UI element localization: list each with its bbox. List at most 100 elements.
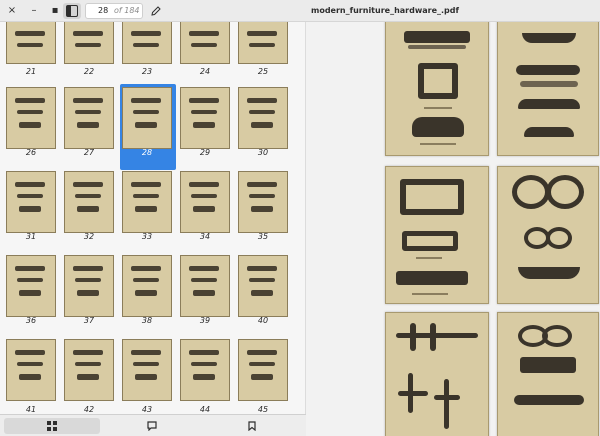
minimize-window-button[interactable]: –: [27, 4, 41, 18]
close-window-button[interactable]: ×: [5, 4, 19, 18]
thumbnail-drawing: [75, 43, 101, 47]
thumbnail-drawing: [247, 182, 277, 187]
thumbnail-page-number: 36: [25, 316, 37, 325]
thumbnail-drawing: [193, 122, 215, 128]
thumbnail-drawing: [191, 194, 217, 198]
pdf-page: [385, 22, 489, 156]
thumbnail-drawing: [191, 110, 217, 114]
thumbnail-image: [238, 22, 288, 64]
thumbnail-drawing: [131, 350, 161, 355]
pencil-icon: [151, 6, 161, 16]
thumbnail-image: [64, 339, 114, 401]
tab-annotations[interactable]: [104, 418, 200, 434]
thumbnail-image: [180, 339, 230, 401]
thumbnail-drawing: [75, 194, 101, 198]
tab-bookmarks[interactable]: [204, 418, 300, 434]
thumbnail-drawing: [73, 182, 103, 187]
sidebar-toggle-button[interactable]: [63, 3, 81, 19]
thumbnail-drawing: [73, 350, 103, 355]
thumbnail-drawing: [77, 122, 99, 128]
thumbnail-drawing: [251, 374, 273, 380]
thumbnail-page-number: 24: [199, 67, 211, 76]
thumbnail-drawing: [247, 266, 277, 271]
thumbnail-drawing: [191, 362, 217, 366]
document-title: modern_furniture_hardware_.pdf: [311, 6, 459, 15]
thumbnail-drawing: [73, 98, 103, 103]
annotate-button[interactable]: [148, 3, 164, 19]
thumbnail-page-number: 26: [25, 148, 37, 157]
thumbnail-drawing: [17, 110, 43, 114]
handle-drawing: [408, 45, 466, 49]
document-view[interactable]: [306, 22, 600, 436]
handle-drawing: [408, 373, 413, 413]
thumbnail-page-number: 42: [83, 405, 95, 414]
thumbnail-drawing: [135, 122, 157, 128]
handle-drawing: [396, 333, 478, 338]
thumbnail-drawing: [135, 374, 157, 380]
thumbnail-drawing: [131, 98, 161, 103]
handle-drawing: [524, 127, 574, 137]
thumbnail-image: [122, 339, 172, 401]
thumbnail-image: [238, 87, 288, 149]
thumbnail-drawing: [133, 278, 159, 282]
thumbnail-drawing: [251, 122, 273, 128]
handle-drawing: [404, 31, 470, 43]
thumbnail-page-number: 37: [83, 316, 95, 325]
sidebar-tab-bar: [0, 414, 306, 436]
thumbnail-drawing: [249, 278, 275, 282]
thumbnail-sidebar: 21 22 23 24 25 26 27 28 29 30 31 32 33 34 35 36 37 38 39 40…: [0, 22, 306, 436]
thumbnail-image: [64, 87, 114, 149]
pdf-page: [497, 22, 599, 156]
plate-drawing: [400, 179, 464, 215]
thumbnail-image: [6, 87, 56, 149]
thumbnail-page-number: 44: [199, 405, 211, 414]
thumbnail-page-number: 21: [25, 67, 37, 76]
current-page-input[interactable]: 28: [98, 4, 108, 18]
thumbnail-drawing: [19, 290, 41, 296]
thumbnail-drawing: [189, 350, 219, 355]
thumbnail-image: [238, 255, 288, 317]
thumbnail-drawing: [191, 43, 217, 47]
comment-icon: [147, 421, 157, 431]
thumbnail-image: [122, 255, 172, 317]
thumbnail-drawing: [77, 374, 99, 380]
thumbnail-drawing: [73, 266, 103, 271]
thumbnail-page-number: 30: [257, 148, 269, 157]
thumbnail-drawing: [77, 290, 99, 296]
thumbnail-drawing: [247, 31, 277, 36]
page-number-field[interactable]: 28 of 184: [85, 3, 143, 19]
thumbnail-page-number: 38: [141, 316, 153, 325]
figure-caption: [412, 293, 448, 295]
thumbnail-drawing: [247, 98, 277, 103]
thumbnail-image: [6, 255, 56, 317]
thumbnail-drawing: [19, 122, 41, 128]
thumbnail-page-number: 34: [199, 232, 211, 241]
thumbnail-drawing: [17, 43, 43, 47]
thumbnail-drawing: [15, 350, 45, 355]
thumbnail-image: [122, 22, 172, 64]
thumbnail-page-number: 29: [199, 148, 211, 157]
thumbnail-page-number: 40: [257, 316, 269, 325]
thumbnail-drawing: [133, 110, 159, 114]
thumbnail-image: [6, 22, 56, 64]
thumbnail-page-number: 41: [25, 405, 37, 414]
thumbnail-image: [238, 171, 288, 233]
thumbnail-drawing: [189, 31, 219, 36]
thumbnail-drawing: [249, 110, 275, 114]
thumbnail-drawing: [131, 266, 161, 271]
thumbnail-image: [64, 255, 114, 317]
figure-caption: [424, 107, 452, 109]
thumbnail-drawing: [75, 110, 101, 114]
thumbnail-drawing: [131, 31, 161, 36]
ring-pull-drawing: [512, 175, 550, 209]
maximize-window-button[interactable]: ▪: [48, 4, 62, 18]
thumbnail-drawing: [135, 206, 157, 212]
bookmark-icon: [248, 421, 256, 431]
tab-thumbnails[interactable]: [4, 418, 100, 434]
figure-caption: [416, 257, 442, 259]
thumbnail-drawing: [249, 362, 275, 366]
thumbnail-drawing: [249, 194, 275, 198]
thumbnail-page-number: 35: [257, 232, 269, 241]
thumbnail-drawing: [17, 278, 43, 282]
thumbnail-page-number: 28: [141, 148, 153, 157]
